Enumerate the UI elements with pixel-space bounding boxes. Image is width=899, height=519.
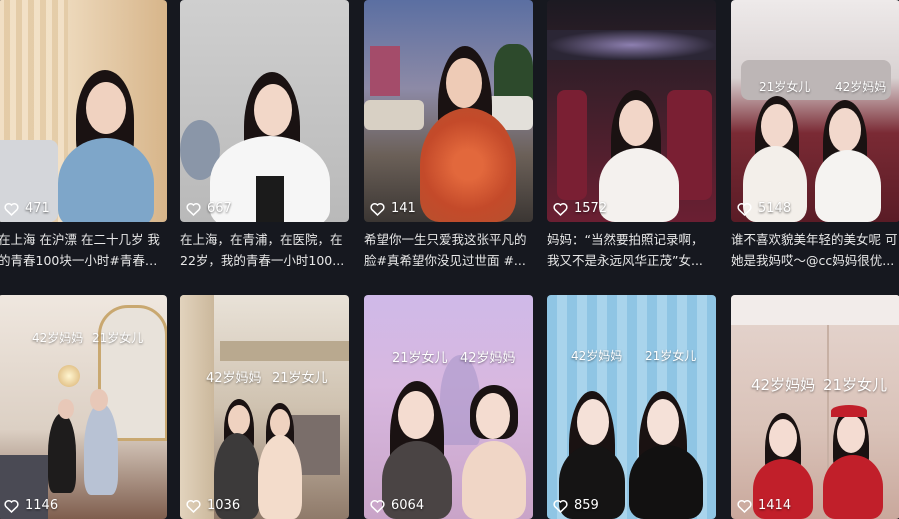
like-count: 1572: [553, 201, 607, 216]
like-count: 141: [370, 201, 416, 216]
like-count-value: 1036: [207, 498, 241, 513]
heart-outline-icon: [186, 202, 201, 216]
video-thumbnail[interactable]: 42岁妈妈 21岁女儿 1036: [180, 295, 349, 519]
video-caption[interactable]: 谁不喜欢貌美年轻的美女呢 可 她是我妈哎～@cc妈妈很优...: [731, 229, 899, 271]
video-thumbnail[interactable]: 667: [180, 0, 349, 222]
overlay-label: 42岁妈妈: [571, 349, 623, 363]
like-count: 6064: [370, 498, 424, 513]
like-count-value: 471: [25, 201, 50, 216]
like-count-value: 1572: [574, 201, 608, 216]
caption-line: 我又不是永远风华正茂”女...: [547, 253, 703, 268]
like-count: 1414: [737, 498, 791, 513]
overlay-label: 42岁妈妈: [751, 376, 816, 394]
heart-outline-icon: [370, 499, 385, 513]
like-count-value: 667: [207, 201, 232, 216]
like-count-value: 1414: [758, 498, 792, 513]
overlay-label: 42岁妈妈: [460, 351, 516, 366]
like-count: 471: [4, 201, 50, 216]
video-thumbnail[interactable]: 21岁女儿 42岁妈妈 6064: [364, 295, 533, 519]
like-count-value: 141: [391, 201, 416, 216]
video-caption[interactable]: 在上海，在青浦，在医院，在 22岁，我的青春一小时100...: [180, 229, 349, 271]
caption-line: 谁不喜欢貌美年轻的美女呢 可: [731, 232, 898, 247]
caption-line: 脸#真希望你没见过世面 #...: [364, 253, 526, 268]
video-thumbnail[interactable]: 42岁妈妈 21岁女儿 1146: [0, 295, 167, 519]
overlay-label: 21岁女儿: [392, 351, 448, 366]
video-thumbnail[interactable]: 1572: [547, 0, 716, 222]
overlay-label: 21岁女儿: [823, 376, 888, 394]
video-caption[interactable]: 在上海 在沪漂 在二十几岁 我 的青春100块一小时#青春的...: [0, 229, 167, 271]
like-count: 1036: [186, 498, 240, 513]
video-thumbnail[interactable]: 21岁女儿 42岁妈妈 5148: [731, 0, 899, 222]
overlay-label: 21岁女儿: [92, 331, 144, 345]
like-count-value: 6064: [391, 498, 425, 513]
overlay-label: 21岁女儿: [759, 80, 811, 94]
caption-line: 她是我妈哎～@cc妈妈很优...: [731, 253, 895, 268]
video-caption[interactable]: 希望你一生只爱我这张平凡的 脸#真希望你没见过世面 #...: [364, 229, 533, 271]
heart-outline-icon: [737, 499, 752, 513]
like-count-value: 5148: [758, 201, 792, 216]
heart-outline-icon: [737, 202, 752, 216]
overlay-label: 21岁女儿: [645, 349, 697, 363]
heart-outline-icon: [553, 202, 568, 216]
caption-line: 希望你一生只爱我这张平凡的: [364, 232, 527, 247]
overlay-label: 21岁女儿: [272, 371, 328, 386]
like-count-value: 859: [574, 498, 599, 513]
like-count: 1146: [4, 498, 58, 513]
heart-outline-icon: [553, 499, 568, 513]
caption-line: 在上海，在青浦，在医院，在: [180, 232, 343, 247]
video-thumbnail[interactable]: 42岁妈妈 21岁女儿 1414: [731, 295, 899, 519]
caption-line: 妈妈：“当然要拍照记录啊，: [547, 232, 704, 247]
like-count: 859: [553, 498, 599, 513]
overlay-label: 42岁妈妈: [32, 331, 84, 345]
heart-outline-icon: [4, 499, 19, 513]
video-thumbnail[interactable]: 42岁妈妈 21岁女儿 859: [547, 295, 716, 519]
video-grid: 471 在上海 在沪漂 在二十几岁 我 的青春100块一小时#青春的... 66…: [0, 0, 899, 519]
like-count-value: 1146: [25, 498, 59, 513]
heart-outline-icon: [370, 202, 385, 216]
heart-outline-icon: [4, 202, 19, 216]
caption-line: 22岁，我的青春一小时100...: [180, 253, 345, 268]
heart-outline-icon: [186, 499, 201, 513]
caption-line: 在上海 在沪漂 在二十几岁 我: [0, 232, 160, 247]
overlay-label: 42岁妈妈: [835, 80, 887, 94]
caption-line: 的青春100块一小时#青春的...: [0, 253, 167, 268]
video-thumbnail[interactable]: 471: [0, 0, 167, 222]
like-count: 5148: [737, 201, 791, 216]
video-thumbnail[interactable]: 141: [364, 0, 533, 222]
video-caption[interactable]: 妈妈：“当然要拍照记录啊， 我又不是永远风华正茂”女...: [547, 229, 716, 271]
overlay-label: 42岁妈妈: [206, 371, 262, 386]
like-count: 667: [186, 201, 232, 216]
